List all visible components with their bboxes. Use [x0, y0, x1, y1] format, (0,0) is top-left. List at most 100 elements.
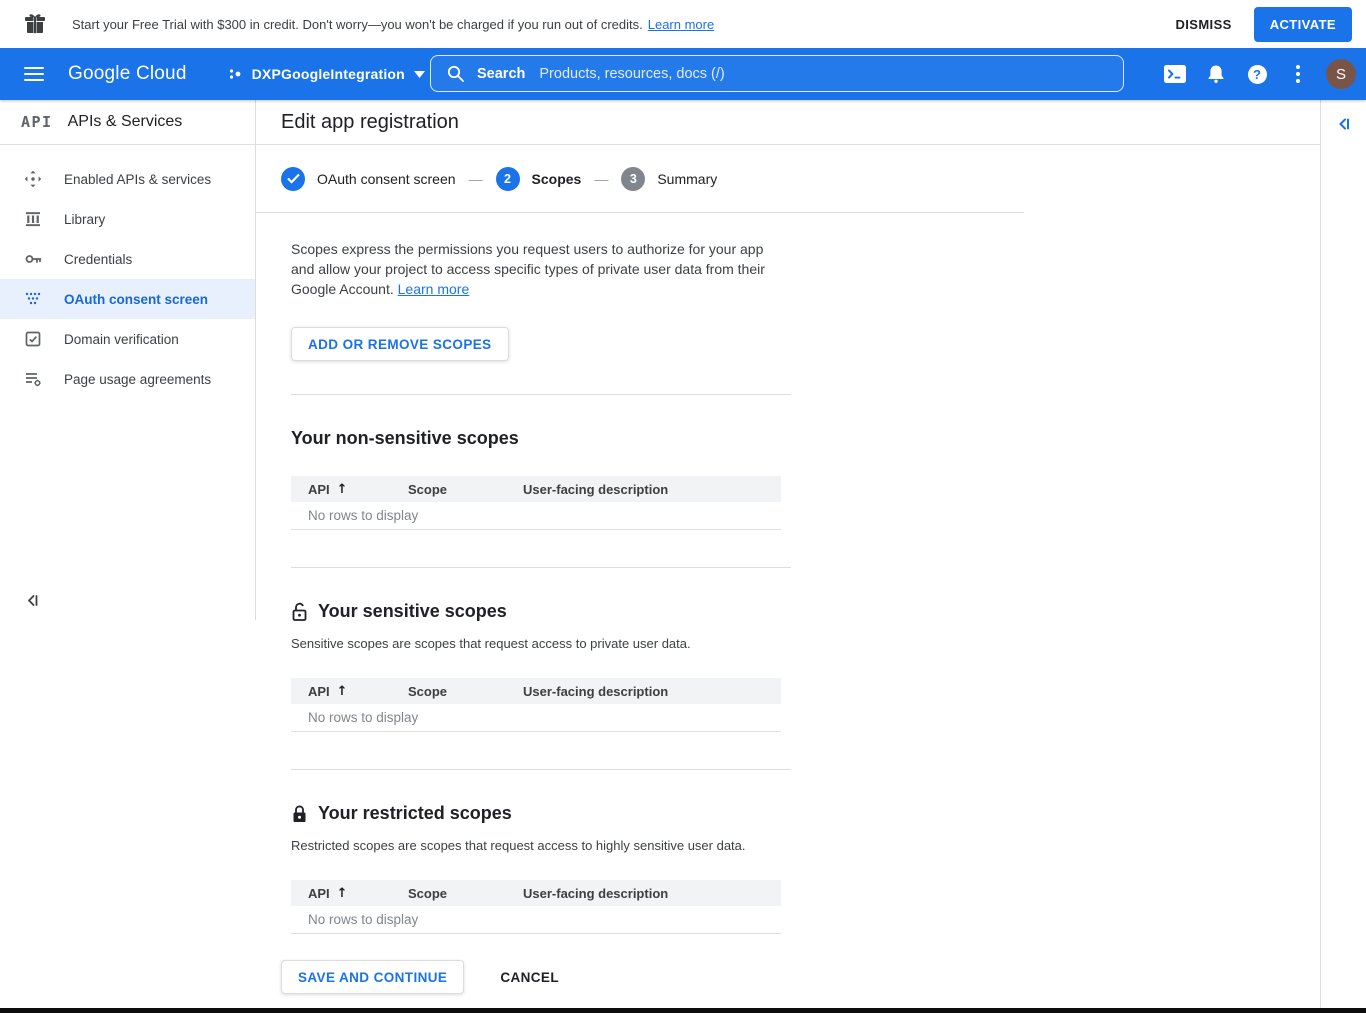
scopes-intro-text: Scopes express the permissions you reque… — [291, 241, 765, 297]
save-and-continue-button[interactable]: SAVE AND CONTINUE — [281, 960, 465, 994]
search-label: Search — [477, 65, 526, 82]
library-icon — [24, 210, 42, 228]
table-header: API ↑ Scope User-facing description — [291, 476, 781, 502]
trial-learn-more-link[interactable]: Learn more — [648, 17, 714, 32]
stepper: OAuth consent screen — 2 Scopes — 3 Summ… — [256, 145, 1320, 212]
sidebar-item-label: Domain verification — [64, 331, 179, 347]
step-scopes[interactable]: 2 Scopes — [495, 166, 582, 191]
section-divider — [291, 394, 791, 395]
step-separator: — — [594, 170, 609, 187]
column-scope[interactable]: Scope — [408, 684, 523, 699]
more-options-icon[interactable] — [1281, 57, 1315, 91]
trial-banner-actions: DISMISS ACTIVATE — [1165, 6, 1352, 42]
sort-ascending-icon[interactable]: ↑ — [337, 684, 348, 699]
list-settings-icon — [24, 370, 42, 388]
section-divider — [291, 769, 791, 770]
sidebar-item-credentials[interactable]: Credentials — [0, 239, 256, 279]
sidebar-item-label: Enabled APIs & services — [64, 171, 212, 187]
sensitive-scopes-description: Sensitive scopes are scopes that request… — [291, 636, 691, 651]
step-oauth-consent-screen[interactable]: OAuth consent screen — [281, 166, 456, 191]
add-or-remove-scopes-button[interactable]: ADD OR REMOVE SCOPES — [291, 327, 509, 361]
form-actions: SAVE AND CONTINUE CANCEL — [281, 960, 1320, 994]
search-icon — [447, 65, 464, 82]
sidebar-item-label: Library — [64, 211, 106, 227]
column-description[interactable]: User-facing description — [523, 886, 781, 901]
step-label: Scopes — [531, 170, 582, 187]
trial-message: Start your Free Trial with $300 in credi… — [72, 16, 643, 32]
sidebar-header: API APIs & Services — [0, 100, 256, 145]
menu-icon[interactable] — [20, 63, 48, 85]
chevron-down-icon — [413, 70, 425, 78]
scopes-intro: Scopes express the permissions you reque… — [291, 239, 775, 299]
notifications-icon[interactable] — [1199, 57, 1233, 91]
column-api[interactable]: API ↑ — [308, 684, 408, 699]
checkbox-icon — [24, 330, 42, 348]
gift-icon — [24, 13, 46, 35]
help-icon[interactable]: ? — [1240, 57, 1274, 91]
cancel-button[interactable]: CANCEL — [490, 962, 569, 993]
empty-row: No rows to display — [291, 704, 781, 732]
project-name: DXPGoogleIntegration — [251, 66, 405, 82]
step-number: 2 — [495, 166, 520, 191]
dismiss-button[interactable]: DISMISS — [1165, 9, 1241, 40]
sidebar-title: APIs & Services — [67, 113, 183, 130]
sidebar-item-page-usage-agreements[interactable]: Page usage agreements — [0, 359, 256, 399]
column-description[interactable]: User-facing description — [523, 684, 781, 699]
step-complete-check-icon — [281, 166, 305, 191]
step-label: OAuth consent screen — [317, 170, 456, 187]
step-summary[interactable]: 3 Summary — [621, 166, 718, 191]
table-header: API ↑ Scope User-facing description — [291, 678, 781, 704]
empty-row: No rows to display — [291, 502, 781, 530]
sidebar-item-label: Page usage agreements — [64, 371, 212, 387]
scopes-learn-more-link[interactable]: Learn more — [398, 281, 470, 297]
right-rail — [1320, 100, 1366, 1008]
sidebar-item-enabled-apis[interactable]: Enabled APIs & services — [0, 159, 256, 199]
lock-open-icon — [292, 602, 307, 621]
project-switcher[interactable]: DXPGoogleIntegration — [227, 66, 425, 82]
column-description[interactable]: User-facing description — [523, 482, 781, 497]
column-api[interactable]: API ↑ — [308, 482, 408, 497]
stepper-divider — [256, 212, 1024, 213]
section-title-text: Your non-sensitive scopes — [291, 428, 519, 448]
sidebar-collapse-icon[interactable] — [23, 591, 42, 613]
column-api[interactable]: API ↑ — [308, 886, 408, 901]
main-panel: Edit app registration OAuth consent scre… — [256, 100, 1320, 1008]
table-header: API ↑ Scope User-facing description — [291, 880, 781, 906]
sensitive-scopes-table: API ↑ Scope User-facing description No ro… — [291, 678, 781, 732]
section-title-text: Your restricted scopes — [318, 803, 512, 823]
step-separator: — — [468, 170, 483, 187]
non-sensitive-scopes-table: API ↑ Scope User-facing description No ro… — [291, 476, 781, 530]
sort-ascending-icon[interactable]: ↑ — [337, 482, 348, 497]
oauth-consent-icon — [24, 290, 42, 308]
search-placeholder: Products, resources, docs (/) — [539, 65, 725, 82]
cloud-shell-icon[interactable] — [1158, 57, 1192, 91]
page-title: Edit app registration — [281, 110, 459, 133]
column-scope[interactable]: Scope — [408, 886, 523, 901]
page-header: Edit app registration — [256, 100, 1320, 145]
header-actions: ? S — [1158, 48, 1356, 100]
enabled-apis-icon — [24, 170, 42, 188]
restricted-scopes-description: Restricted scopes are scopes that reques… — [291, 838, 746, 853]
project-icon — [229, 69, 240, 79]
google-cloud-logo[interactable]: Google Cloud — [68, 63, 187, 85]
sidebar-item-label: Credentials — [64, 251, 133, 267]
activate-button[interactable]: ACTIVATE — [1253, 6, 1352, 42]
key-icon — [24, 250, 42, 268]
sidebar-item-oauth-consent-screen[interactable]: OAuth consent screen — [0, 279, 256, 319]
column-scope[interactable]: Scope — [408, 482, 523, 497]
panel-collapse-icon[interactable] — [1334, 114, 1354, 137]
google-cloud-console: Start your Free Trial with $300 in credi… — [0, 0, 1366, 1013]
sort-ascending-icon[interactable]: ↑ — [337, 886, 348, 901]
step-number: 3 — [621, 166, 646, 191]
sidebar-item-library[interactable]: Library — [0, 199, 256, 239]
account-avatar[interactable]: S — [1326, 59, 1356, 89]
empty-row: No rows to display — [291, 906, 781, 934]
app-header: Google Cloud DXPGoogleIntegration Search… — [0, 48, 1366, 100]
sidebar-item-domain-verification[interactable]: Domain verification — [0, 319, 256, 359]
window-bottom-edge — [0, 1008, 1366, 1013]
section-divider — [291, 567, 791, 568]
search-input[interactable]: Search Products, resources, docs (/) — [430, 55, 1124, 92]
sensitive-scopes-title: Your sensitive scopes — [291, 601, 1320, 622]
restricted-scopes-title: Your restricted scopes — [291, 803, 1320, 824]
step-label: Summary — [657, 170, 718, 187]
